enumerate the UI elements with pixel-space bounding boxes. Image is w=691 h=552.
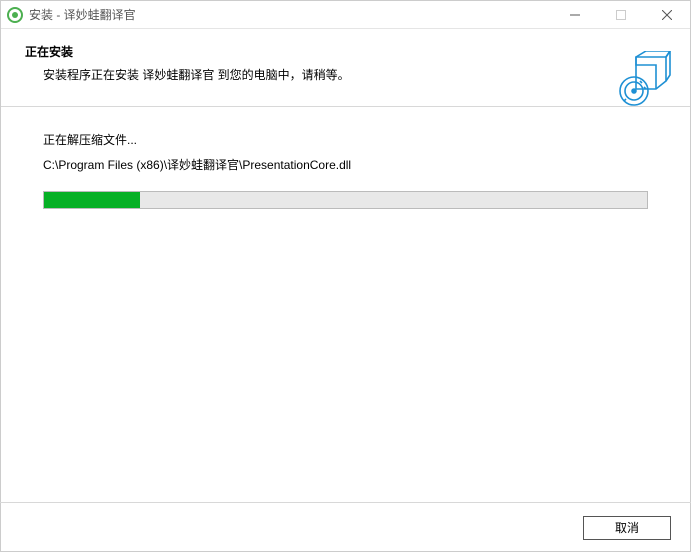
progress-bar [43, 191, 648, 209]
close-button[interactable] [644, 1, 690, 28]
footer: 取消 [0, 502, 691, 552]
minimize-button[interactable] [552, 1, 598, 28]
page-subtitle: 安装程序正在安装 译妙蛙翻译官 到您的电脑中，请稍等。 [25, 66, 666, 83]
app-icon [7, 7, 23, 23]
current-file-path: C:\Program Files (x86)\译妙蛙翻译官\Presentati… [43, 156, 648, 173]
titlebar: 安装 - 译妙蛙翻译官 [1, 1, 690, 29]
window-controls [552, 1, 690, 28]
cancel-button[interactable]: 取消 [583, 516, 671, 540]
maximize-button [598, 1, 644, 28]
page-title: 正在安装 [25, 43, 666, 60]
box-disc-icon [616, 51, 672, 110]
window-title: 安装 - 译妙蛙翻译官 [29, 6, 552, 23]
header: 正在安装 安装程序正在安装 译妙蛙翻译官 到您的电脑中，请稍等。 [1, 29, 690, 107]
extract-label: 正在解压缩文件... [43, 131, 648, 148]
progress-fill [44, 192, 140, 208]
content-area: 正在解压缩文件... C:\Program Files (x86)\译妙蛙翻译官… [1, 107, 690, 233]
